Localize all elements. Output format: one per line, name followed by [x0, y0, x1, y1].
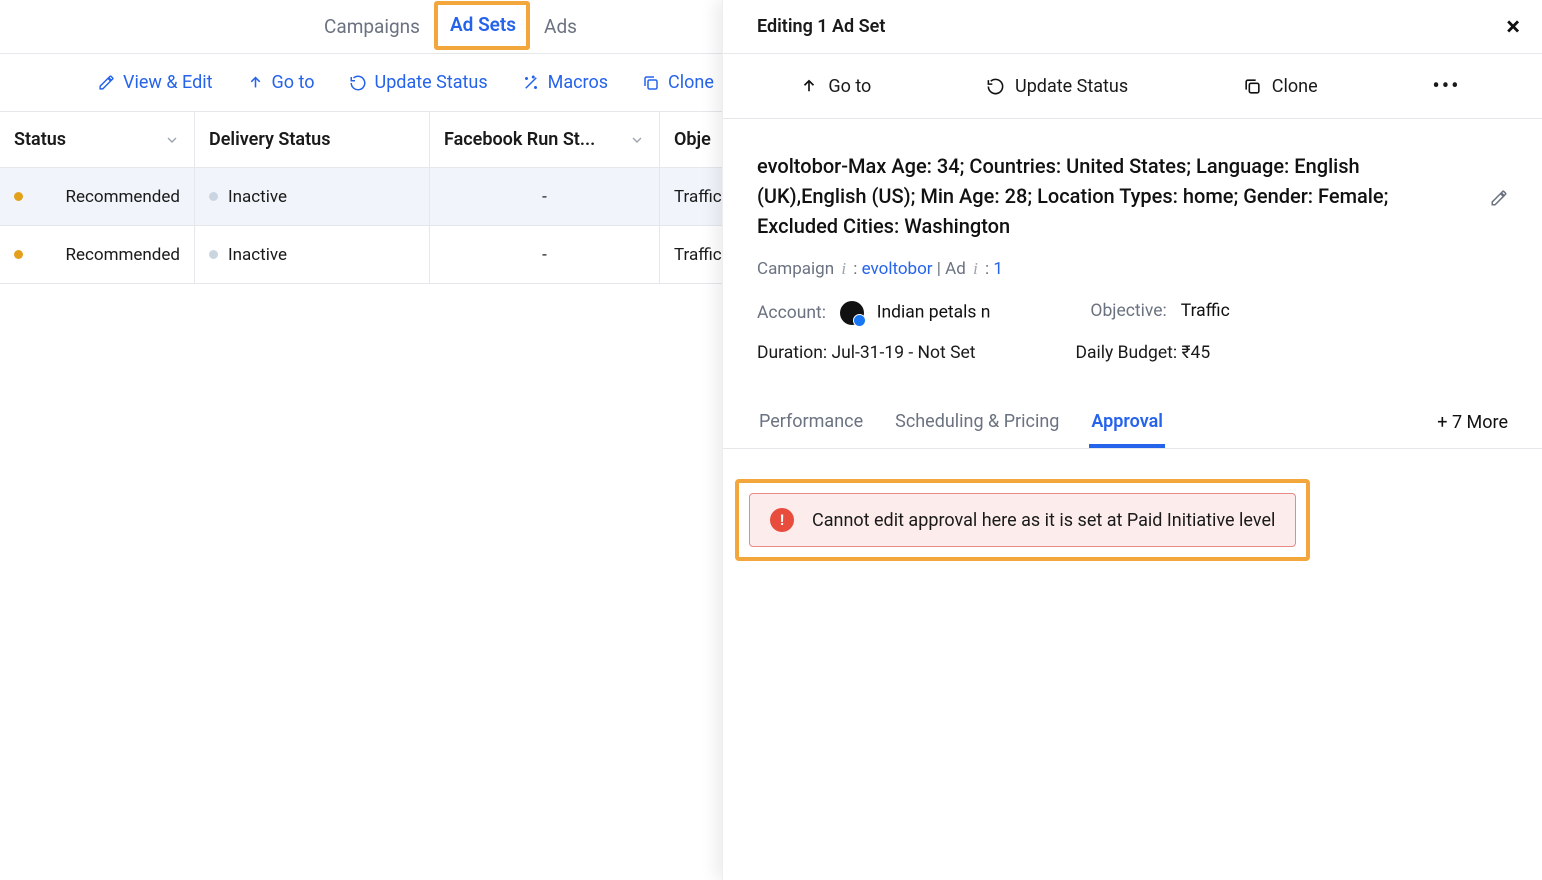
chevron-down-icon — [629, 132, 645, 148]
col-delivery-label: Delivery Status — [209, 129, 330, 150]
goto-action[interactable]: Go to — [247, 72, 315, 93]
update-status-label: Update Status — [375, 72, 488, 93]
approval-alert: ! Cannot edit approval here as it is set… — [749, 493, 1296, 547]
status-dot-icon — [209, 250, 218, 259]
panel-clone-label: Clone — [1272, 76, 1318, 97]
adset-name: evoltobor-Max Age: 34; Countries: United… — [757, 151, 1508, 241]
cell-status: Recommended — [66, 245, 181, 265]
close-icon[interactable]: × — [1506, 14, 1520, 40]
col-status[interactable]: Status — [0, 112, 195, 167]
goto-label: Go to — [272, 72, 315, 93]
panel-actions: Go to Update Status Clone ••• — [723, 54, 1542, 119]
panel-header: Editing 1 Ad Set × — [723, 0, 1542, 54]
tab-performance[interactable]: Performance — [757, 397, 865, 448]
highlight-adsets: Ad Sets — [434, 1, 530, 50]
panel-goto-label: Go to — [828, 76, 871, 97]
ad-label: Ad — [945, 259, 966, 279]
clone-action[interactable]: Clone — [642, 72, 714, 93]
tab-ad-sets[interactable]: Ad Sets — [450, 13, 516, 36]
info-icon[interactable]: i — [838, 259, 849, 278]
update-status-action[interactable]: Update Status — [349, 72, 488, 93]
account-value: Indian petals n — [877, 303, 991, 323]
refresh-icon — [349, 74, 367, 92]
highlight-alert: ! Cannot edit approval here as it is set… — [735, 479, 1310, 561]
campaign-label: Campaign — [757, 259, 834, 279]
panel-update-status-label: Update Status — [1015, 76, 1128, 97]
clone-icon — [642, 74, 660, 92]
info-icon[interactable]: i — [970, 259, 981, 278]
chevron-down-icon — [164, 132, 180, 148]
panel-clone-action[interactable]: Clone — [1243, 76, 1318, 97]
arrow-up-icon — [800, 77, 818, 95]
cell-fbrun: - — [542, 187, 547, 207]
status-dot-icon — [14, 192, 23, 201]
duration-label: Duration: — [757, 343, 827, 363]
alert-text: Cannot edit approval here as it is set a… — [812, 510, 1275, 531]
objective-value: Traffic — [1181, 301, 1230, 321]
wand-icon — [522, 74, 540, 92]
budget-value: ₹45 — [1181, 343, 1210, 363]
cell-objective: Traffic — [674, 187, 722, 207]
pencil-icon — [98, 74, 115, 91]
col-objective-label: Obje — [674, 129, 711, 150]
more-actions-icon[interactable]: ••• — [1432, 74, 1460, 99]
error-icon: ! — [770, 508, 794, 532]
account-label: Account: — [757, 303, 826, 323]
status-dot-icon — [209, 192, 218, 201]
account-avatar-icon — [840, 301, 864, 325]
side-panel: Editing 1 Ad Set × Go to Update Status C… — [722, 0, 1542, 880]
campaign-link[interactable]: evoltobor — [862, 259, 933, 279]
panel-goto-action[interactable]: Go to — [800, 76, 871, 97]
duration-value: Jul-31-19 - Not Set — [831, 343, 975, 363]
pencil-icon[interactable] — [1490, 189, 1508, 207]
arrow-up-icon — [247, 74, 264, 91]
tab-campaigns[interactable]: Campaigns — [310, 3, 434, 50]
view-edit-label: View & Edit — [123, 72, 213, 93]
sub-tabs: Performance Scheduling & Pricing Approva… — [723, 397, 1542, 449]
cell-objective: Traffic — [674, 245, 722, 265]
breadcrumb: Campaign i : evoltobor | Ad i : 1 — [757, 259, 1508, 279]
ad-link[interactable]: 1 — [993, 259, 1003, 279]
view-edit-action[interactable]: View & Edit — [98, 72, 213, 93]
macros-action[interactable]: Macros — [522, 72, 608, 93]
clone-label: Clone — [668, 72, 714, 93]
panel-content: evoltobor-Max Age: 34; Countries: United… — [723, 119, 1542, 363]
budget-label: Daily Budget: — [1075, 343, 1177, 363]
panel-title: Editing 1 Ad Set — [757, 16, 885, 37]
panel-update-status-action[interactable]: Update Status — [986, 76, 1128, 97]
more-tabs-button[interactable]: + 7 More — [1437, 412, 1508, 433]
refresh-icon — [986, 77, 1005, 96]
col-fbrun[interactable]: Facebook Run St... — [430, 112, 660, 167]
tab-scheduling-pricing[interactable]: Scheduling & Pricing — [893, 397, 1061, 448]
cell-fbrun: - — [542, 245, 547, 265]
objective-label: Objective: — [1090, 301, 1166, 321]
tab-approval[interactable]: Approval — [1089, 397, 1165, 448]
tab-ads[interactable]: Ads — [530, 3, 591, 50]
cell-delivery: Inactive — [228, 245, 287, 265]
cell-delivery: Inactive — [228, 187, 287, 207]
col-fbrun-label: Facebook Run St... — [444, 129, 595, 150]
macros-label: Macros — [548, 72, 608, 93]
clone-icon — [1243, 77, 1262, 96]
cell-status: Recommended — [66, 187, 181, 207]
status-dot-icon — [14, 250, 23, 259]
col-delivery[interactable]: Delivery Status — [195, 112, 430, 167]
col-status-label: Status — [14, 129, 66, 150]
